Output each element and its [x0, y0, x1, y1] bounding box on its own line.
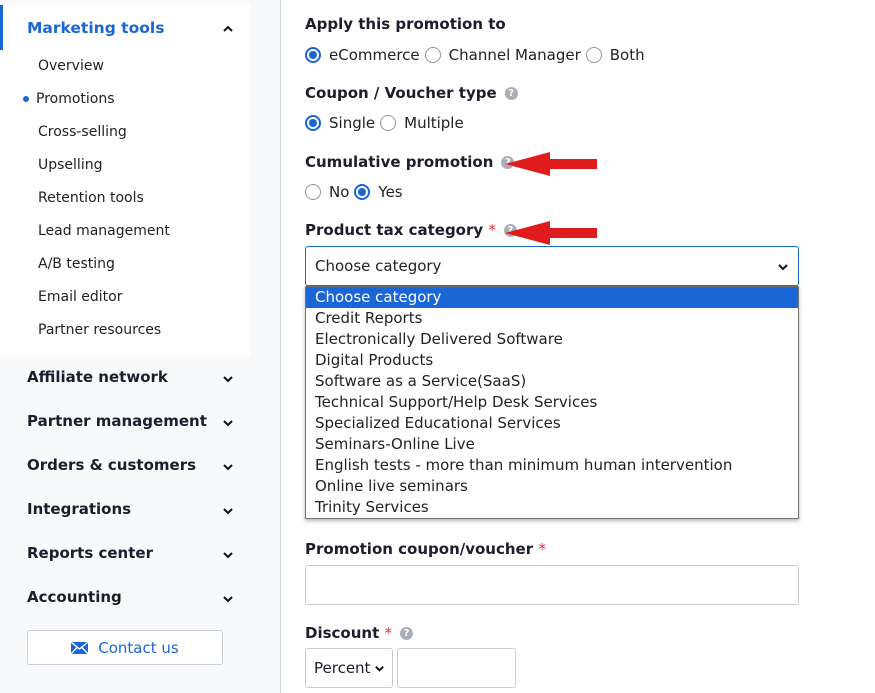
help-icon[interactable]: ?: [504, 87, 518, 100]
chevron-up-icon[interactable]: [222, 23, 234, 35]
sidebar-item-email-editor[interactable]: Email editor: [38, 289, 123, 305]
chevron-down-icon[interactable]: [222, 373, 234, 385]
radio-label: Yes: [378, 183, 403, 201]
dropdown-option[interactable]: Choose category: [306, 287, 798, 308]
radio-button[interactable]: [354, 184, 371, 200]
sidebar-section-reports-center[interactable]: Reports center: [27, 544, 153, 562]
radio-multiple[interactable]: Multiple: [380, 114, 464, 132]
sidebar-section-orders-customers[interactable]: Orders & customers: [27, 456, 196, 474]
dropdown-option[interactable]: Online live seminars: [306, 476, 798, 497]
dropdown-option[interactable]: Technical Support/Help Desk Services: [306, 392, 798, 413]
dropdown-option[interactable]: Trinity Services: [306, 497, 798, 518]
dropdown-option[interactable]: Credit Reports: [306, 308, 798, 329]
dropdown-option[interactable]: English tests - more than minimum human …: [306, 455, 798, 476]
dropdown-option[interactable]: Electronically Delivered Software: [306, 329, 798, 350]
radio-channel-manager[interactable]: Channel Manager: [424, 46, 581, 64]
dropdown-option[interactable]: Specialized Educational Services: [306, 413, 798, 434]
radio-single[interactable]: Single: [305, 114, 375, 132]
required-mark: *: [384, 624, 392, 642]
tax-category-dropdown-list: Choose category Credit Reports Electronica…: [305, 286, 799, 519]
sidebar-section-integrations[interactable]: Integrations: [27, 500, 131, 518]
apply-radio-group: eCommerce Channel Manager Both: [305, 46, 650, 64]
chevron-down-icon[interactable]: [222, 593, 234, 605]
cumulative-text: Cumulative promotion: [305, 153, 494, 171]
coupon-type-radio-group: Single Multiple: [305, 114, 469, 132]
chevron-down-icon[interactable]: [222, 549, 234, 561]
chevron-down-icon: [375, 666, 384, 672]
sidebar-item-overview[interactable]: Overview: [38, 58, 104, 74]
chevron-down-icon[interactable]: [222, 505, 234, 517]
contact-us-button[interactable]: Contact us: [27, 630, 223, 665]
coupon-label: Promotion coupon/voucher *: [305, 540, 546, 558]
discount-type-value: Percent: [314, 659, 371, 677]
radio-ecommerce[interactable]: eCommerce: [305, 46, 420, 64]
discount-label: Discount *?: [305, 624, 413, 642]
coupon-input[interactable]: [305, 565, 799, 605]
sidebar-item-promotions[interactable]: Promotions: [36, 91, 115, 107]
dropdown-option[interactable]: Digital Products: [306, 350, 798, 371]
radio-label: Multiple: [404, 114, 464, 132]
sidebar-item-upselling[interactable]: Upselling: [38, 157, 102, 173]
radio-label: Single: [329, 114, 376, 132]
active-indicator: [0, 5, 3, 50]
radio-no[interactable]: No: [305, 183, 349, 201]
annotation-arrow-icon: [505, 152, 597, 176]
radio-label: Channel Manager: [448, 46, 581, 64]
sidebar-item-cross-selling[interactable]: Cross-selling: [38, 124, 127, 140]
radio-both[interactable]: Both: [585, 46, 645, 64]
sidebar-section-accounting[interactable]: Accounting: [27, 588, 122, 606]
cumulative-label: Cumulative promotion?: [305, 153, 515, 171]
chevron-down-icon: [778, 264, 788, 271]
radio-button[interactable]: [380, 115, 397, 131]
tax-label: Product tax category *?: [305, 221, 517, 239]
radio-button[interactable]: [305, 115, 321, 131]
radio-yes[interactable]: Yes: [354, 183, 403, 201]
dropdown-option[interactable]: Software as a Service(SaaS): [306, 371, 798, 392]
required-mark: *: [538, 540, 546, 558]
sidebar-item-lead-management[interactable]: Lead management: [38, 223, 170, 239]
discount-text: Discount: [305, 624, 380, 642]
chevron-down-icon[interactable]: [222, 417, 234, 429]
contact-us-label: Contact us: [98, 638, 179, 657]
coupon-text: Promotion coupon/voucher: [305, 540, 534, 558]
chevron-down-icon[interactable]: [222, 461, 234, 473]
sidebar-item-partner-resources[interactable]: Partner resources: [38, 322, 161, 338]
tax-text: Product tax category: [305, 221, 484, 239]
envelope-icon: [71, 641, 89, 654]
discount-value-input[interactable]: [397, 648, 516, 688]
cumulative-radio-group: No Yes: [305, 183, 408, 201]
discount-type-select[interactable]: Percent: [305, 648, 393, 688]
sidebar-section-partner-management[interactable]: Partner management: [27, 412, 207, 430]
coupon-type-label: Coupon / Voucher type?: [305, 84, 518, 102]
radio-button[interactable]: [305, 47, 321, 63]
radio-button[interactable]: [305, 184, 321, 200]
sidebar-section-marketing-tools[interactable]: Marketing tools: [27, 19, 164, 37]
radio-label: eCommerce: [329, 46, 420, 64]
sidebar-item-a-b-testing[interactable]: A/B testing: [38, 256, 115, 272]
tax-category-value: Choose category: [315, 257, 442, 275]
coupon-type-text: Coupon / Voucher type: [305, 84, 497, 102]
dropdown-option[interactable]: Seminars-Online Live: [306, 434, 798, 455]
radio-label: Both: [609, 46, 645, 64]
radio-label: No: [329, 183, 350, 201]
sidebar: Marketing tools Overview Promotions Cross-…: [0, 0, 281, 693]
sidebar-section-affiliate-network[interactable]: Affiliate network: [27, 368, 168, 386]
apply-label: Apply this promotion to: [305, 15, 506, 33]
radio-button[interactable]: [424, 47, 441, 63]
tax-category-select[interactable]: Choose category: [305, 246, 799, 286]
active-dot-icon: [23, 96, 29, 102]
required-mark: *: [488, 221, 496, 239]
annotation-arrow-icon: [505, 221, 597, 245]
sidebar-item-retention-tools[interactable]: Retention tools: [38, 190, 144, 206]
help-icon[interactable]: ?: [399, 627, 413, 640]
radio-button[interactable]: [585, 47, 602, 63]
